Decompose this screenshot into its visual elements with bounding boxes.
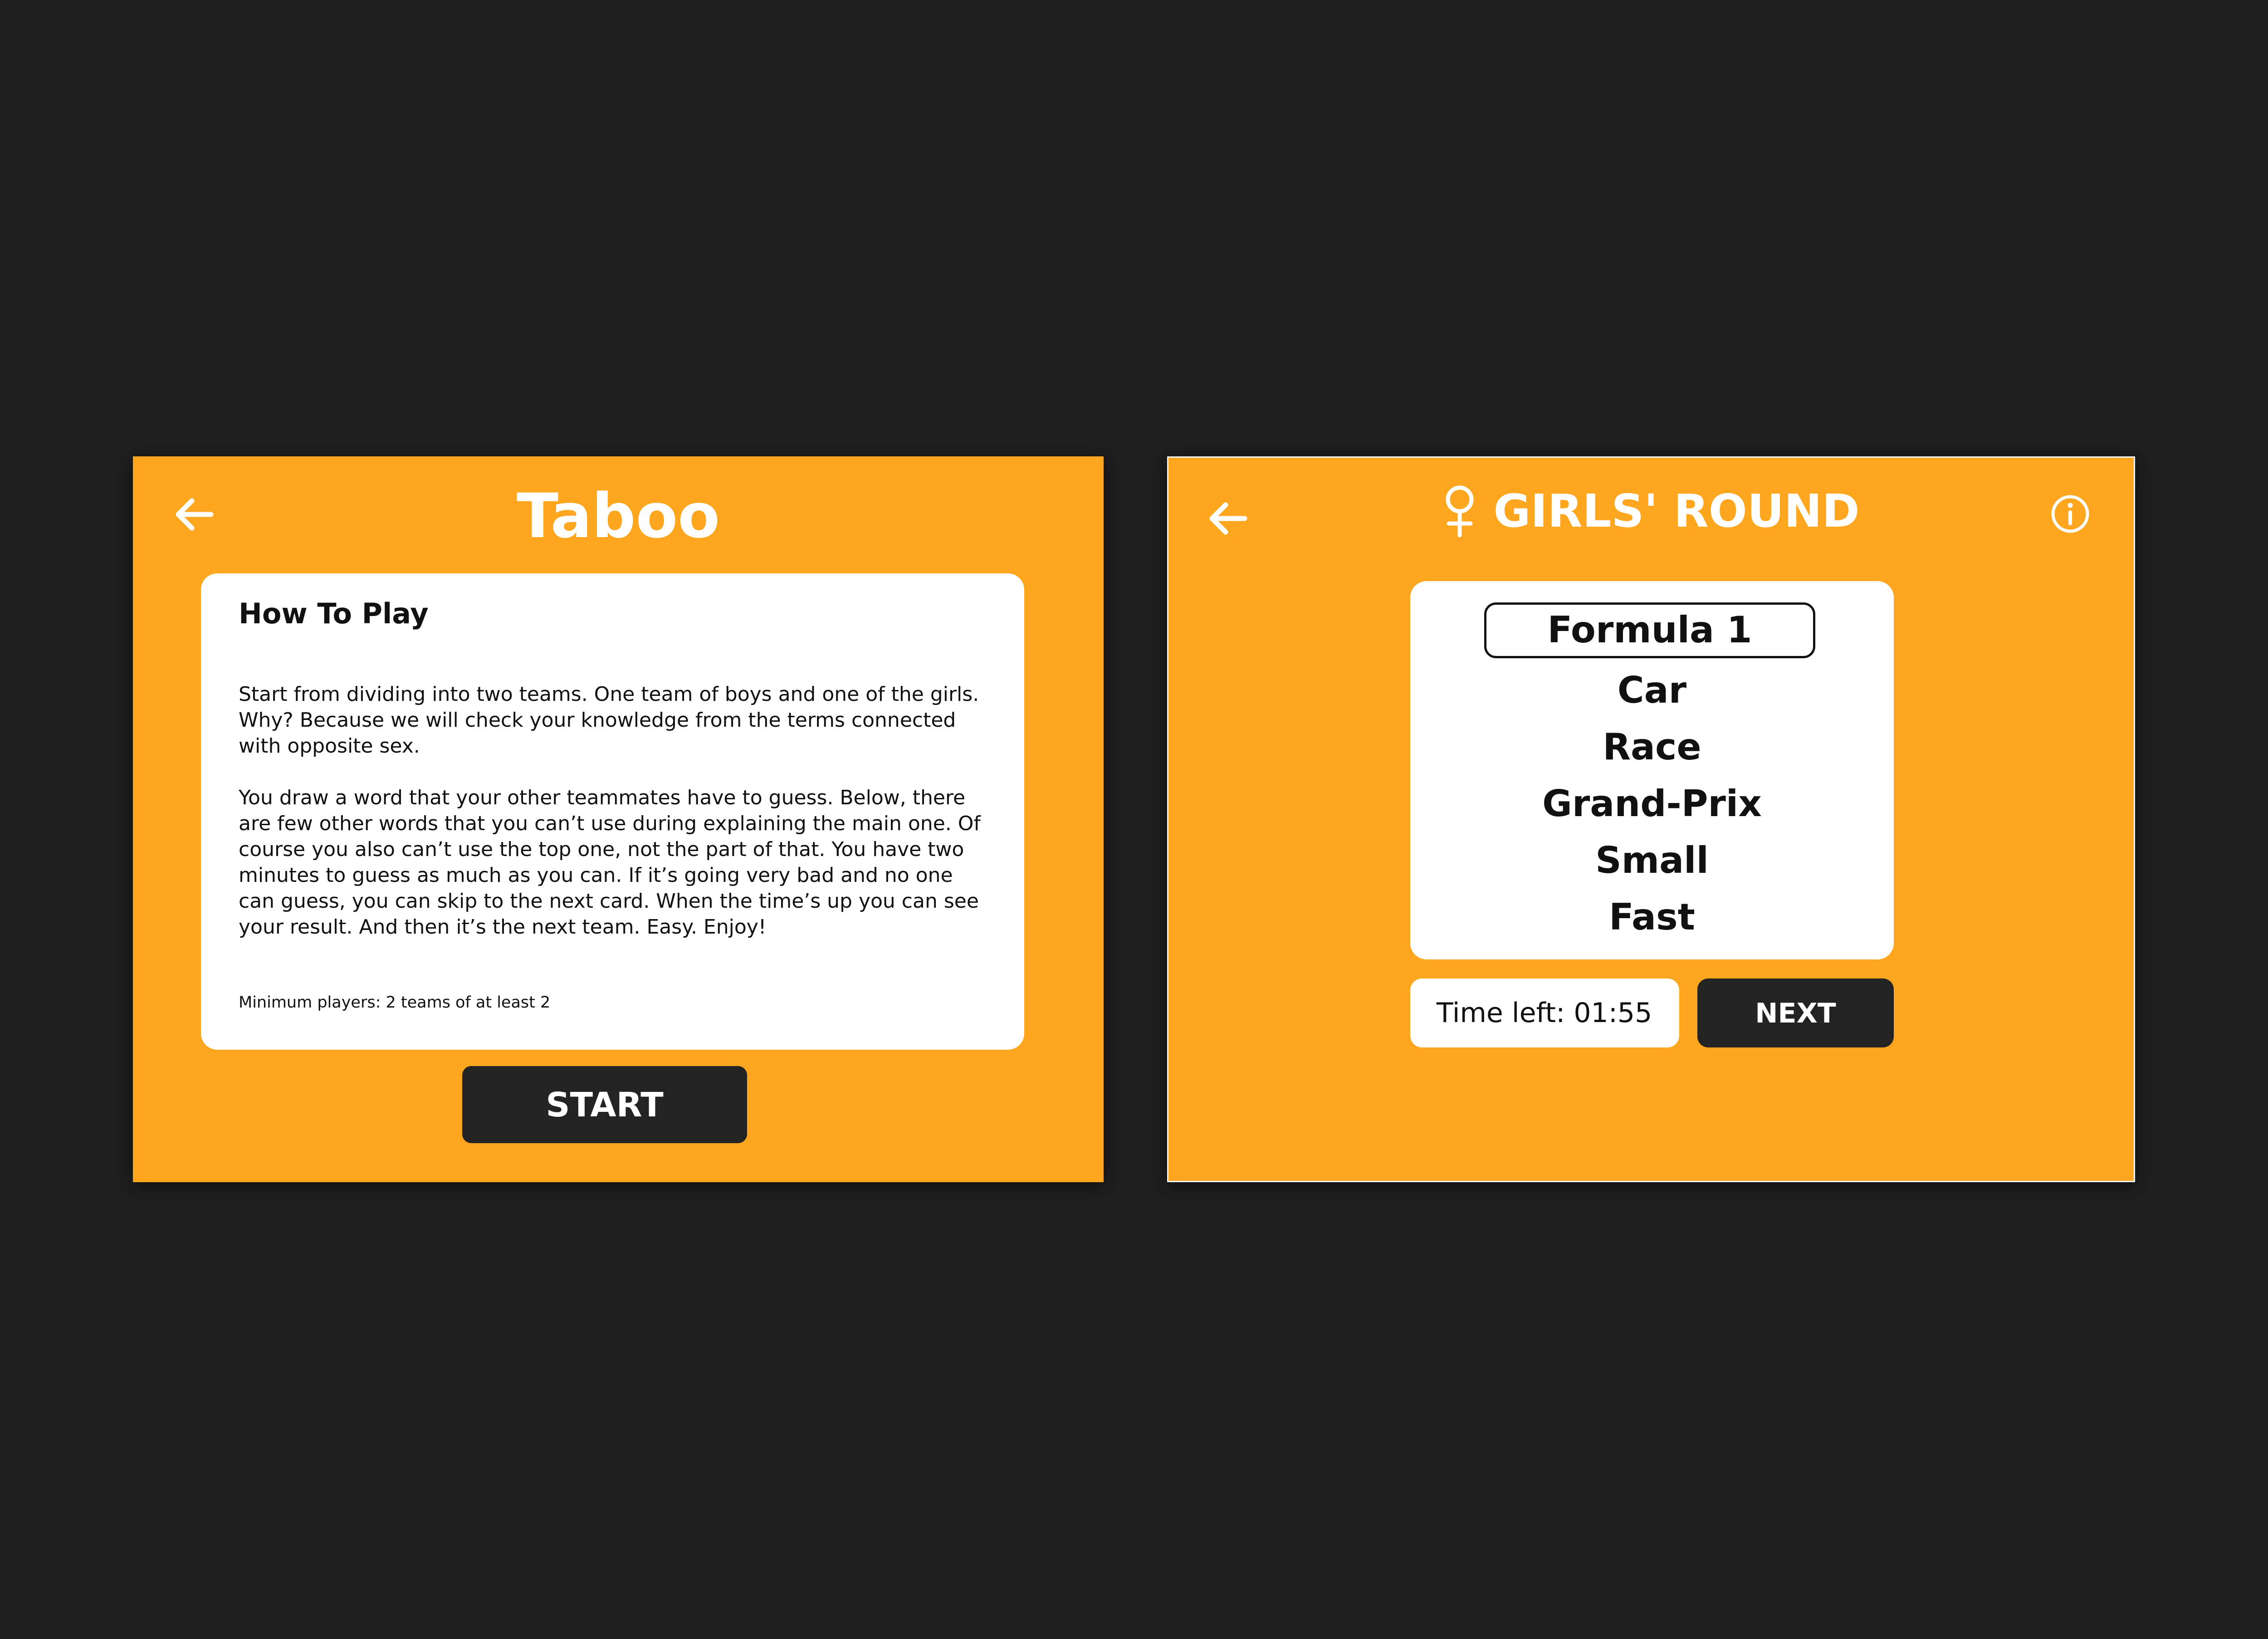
taboo-howto-screen: Taboo How To Play Start from dividing in… — [133, 456, 1104, 1182]
timer-box: Time left: 01:55 — [1410, 979, 1679, 1047]
taboo-word: Grand-Prix — [1542, 783, 1762, 825]
taboo-word-card: Formula 1 Car Race Grand-Prix Small Fast — [1410, 581, 1894, 959]
female-symbol-icon — [1446, 485, 1474, 538]
start-button[interactable]: START — [462, 1066, 747, 1143]
taboo-word: Small — [1595, 839, 1709, 881]
info-icon[interactable] — [2049, 493, 2091, 535]
taboo-word: Car — [1617, 669, 1687, 711]
taboo-word: Fast — [1609, 896, 1695, 938]
girls-round-screen: GIRLS' ROUND Formula 1 Car Race Grand-Pr… — [1167, 456, 2135, 1182]
rules-paragraph-teams: Start from dividing into two teams. One … — [239, 683, 979, 758]
round-header: GIRLS' ROUND — [1168, 475, 2134, 548]
app-title: Taboo — [517, 480, 720, 552]
taboo-word: Race — [1603, 726, 1701, 768]
how-to-play-heading: How To Play — [239, 597, 429, 630]
rules-paragraph-gameplay: You draw a word that your other teammate… — [239, 786, 981, 939]
minimum-players-note: Minimum players: 2 teams of at least 2 — [239, 993, 551, 1012]
next-button[interactable]: NEXT — [1697, 979, 1894, 1047]
main-word: Formula 1 — [1484, 602, 1815, 658]
round-title: GIRLS' ROUND — [1493, 484, 1860, 538]
how-to-play-card: How To Play Start from dividing into two… — [201, 573, 1024, 1050]
time-left-text: Time left: 01:55 — [1437, 997, 1652, 1029]
